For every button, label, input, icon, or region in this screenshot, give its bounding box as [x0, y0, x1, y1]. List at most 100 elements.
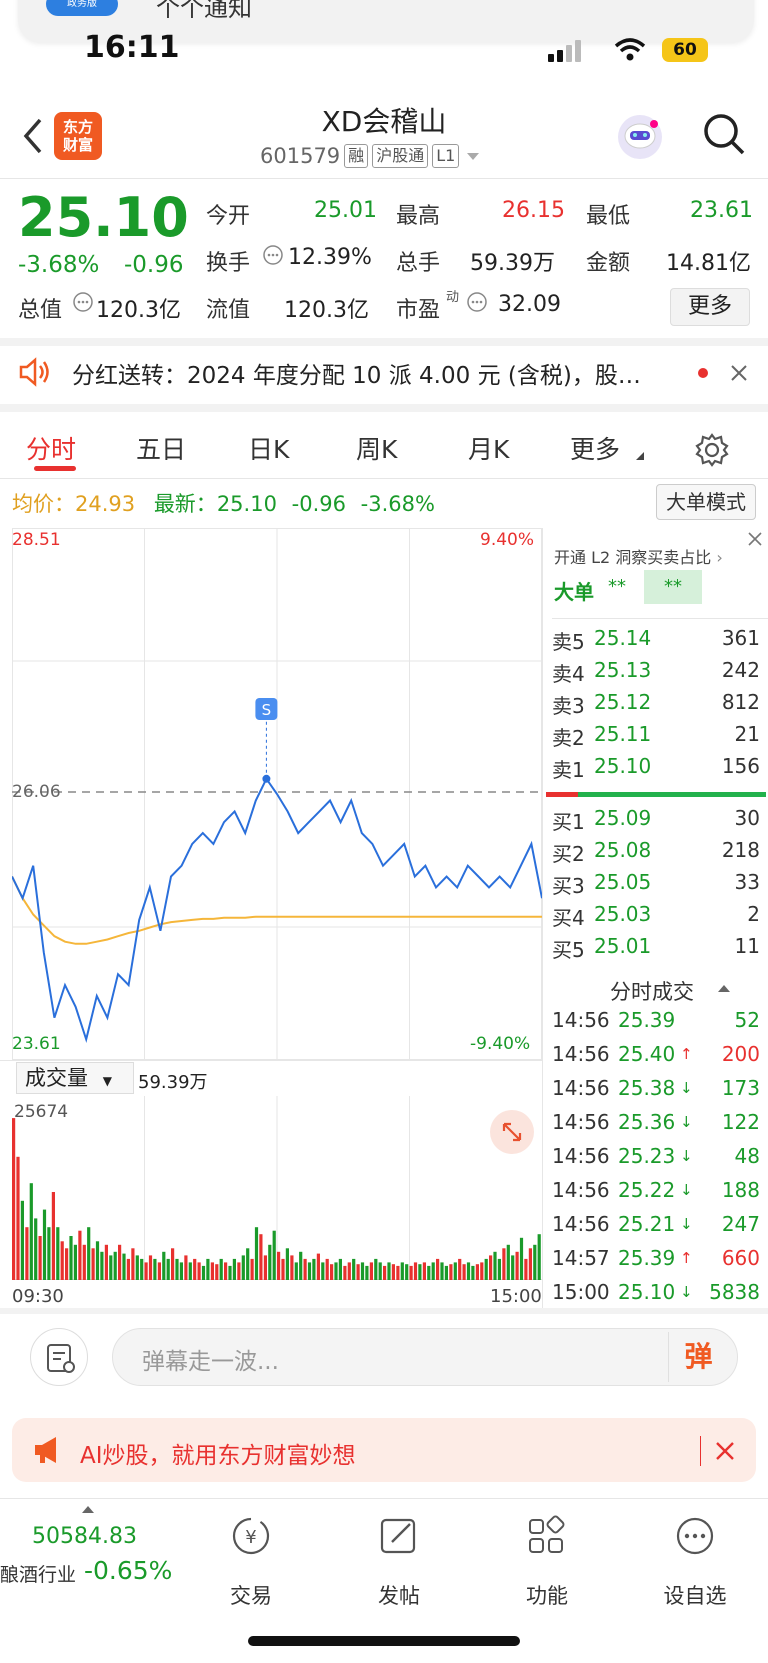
volume-bar	[25, 1227, 29, 1280]
order-price: 25.14	[594, 626, 652, 650]
float-label: 流值	[206, 298, 251, 323]
trade-volume: 122	[721, 1110, 760, 1134]
close-icon[interactable]	[730, 364, 748, 382]
tab-monthly-k[interactable]: 月K	[468, 430, 509, 466]
volume-bar	[140, 1258, 144, 1280]
volume-bar	[232, 1258, 236, 1280]
danmu-button[interactable]: 弹	[668, 1332, 728, 1382]
ask-row-2[interactable]: 卖3 25.12 812	[552, 690, 760, 722]
volume-bar	[303, 1258, 307, 1280]
caret-up-icon[interactable]	[716, 982, 732, 994]
trade-row: 14:56 25.23 ↓ 48	[552, 1144, 760, 1178]
volume-bar	[321, 1262, 325, 1280]
trade-row: 14:56 25.22 ↓ 188	[552, 1178, 760, 1212]
volume-bar	[497, 1258, 501, 1280]
volume-bar	[20, 1200, 24, 1280]
info-icon[interactable]	[262, 244, 284, 266]
robot-avatar-icon[interactable]	[614, 112, 666, 162]
time-start: 09:30	[12, 1286, 64, 1307]
trade-volume: 5838	[709, 1280, 760, 1304]
nav-add-watchlist[interactable]: 设自选	[640, 1580, 750, 1610]
index-value[interactable]: 50584.83	[32, 1524, 137, 1549]
volume-bar	[343, 1265, 347, 1280]
volume-bar	[175, 1258, 179, 1280]
volume-bar	[206, 1258, 210, 1280]
margin-tag: 融	[344, 144, 369, 168]
volume-bar	[449, 1264, 453, 1280]
volume-max-label: 25674	[14, 1102, 69, 1122]
ask-row-0[interactable]: 卖5 25.14 361	[552, 626, 760, 658]
bid-row-1[interactable]: 买2 25.08 218	[552, 838, 760, 870]
volume-bar	[228, 1265, 232, 1280]
bid-row-4[interactable]: 买5 25.01 11	[552, 934, 760, 966]
nav-trade[interactable]: 交易	[196, 1580, 306, 1610]
gear-icon[interactable]	[694, 432, 730, 468]
close-icon[interactable]	[746, 530, 764, 548]
turnover-label: 换手	[206, 251, 251, 276]
volume-chart[interactable]	[12, 1096, 542, 1280]
trades-title: 分时成交	[610, 980, 694, 1004]
trade-row: 14:56 25.39 52	[552, 1008, 760, 1042]
more-quote-button[interactable]: 更多	[670, 288, 750, 326]
nav-post[interactable]: 发帖	[344, 1580, 454, 1610]
volume-bar	[166, 1258, 170, 1280]
search-icon[interactable]	[702, 112, 746, 158]
ask-row-4[interactable]: 卖1 25.10 156	[552, 754, 760, 786]
speaker-icon	[19, 357, 49, 387]
volume-selector[interactable]: 成交量 ▼	[16, 1062, 134, 1094]
tab-intraday[interactable]: 分时	[26, 430, 76, 466]
tab-five-day[interactable]: 五日	[136, 430, 186, 466]
order-volume: 361	[721, 626, 760, 650]
volume-bar	[135, 1255, 139, 1280]
info-icon[interactable]	[466, 291, 488, 313]
bid-row-2[interactable]: 买3 25.05 33	[552, 870, 760, 902]
close-icon[interactable]	[714, 1440, 736, 1462]
post-icon	[380, 1518, 416, 1554]
index-name[interactable]: 酿酒行业	[0, 1560, 76, 1587]
bid-row-0[interactable]: 买1 25.09 30	[552, 806, 760, 838]
volume-bar	[87, 1227, 91, 1280]
volume-bar	[383, 1265, 387, 1280]
order-price: 25.09	[594, 806, 652, 830]
volume-selector-label: 成交量	[25, 1066, 88, 1090]
volume-bar	[356, 1264, 360, 1280]
home-indicator[interactable]	[248, 1636, 520, 1646]
trade-price: 25.23	[618, 1144, 676, 1168]
pct-max-label: 9.40%	[480, 530, 535, 550]
announcement-text[interactable]: 分红送转：2024 年度分配 10 派 4.00 元 (含税)，股…	[72, 356, 641, 390]
big-order-mode-button[interactable]: 大单模式	[656, 484, 756, 520]
function-grid-icon	[529, 1515, 565, 1553]
volume-bar	[462, 1264, 466, 1280]
info-icon[interactable]	[72, 291, 94, 313]
comment-list-button[interactable]	[30, 1328, 88, 1386]
bid-row-3[interactable]: 买4 25.03 2	[552, 902, 760, 934]
order-price: 25.13	[594, 658, 652, 682]
index-change[interactable]: -0.65%	[84, 1556, 172, 1585]
l2-promo[interactable]: 开通 L2 洞察买卖占比 ›	[554, 544, 723, 568]
volume-bar	[365, 1265, 369, 1280]
trade-price: 25.10	[618, 1280, 676, 1304]
expand-up-icon[interactable]	[80, 1504, 96, 1514]
ai-banner-text: AI炒股，就用东方财富妙想	[80, 1443, 356, 1469]
price-chart[interactable]: S	[12, 528, 542, 1060]
trade-volume: 247	[721, 1212, 760, 1236]
order-volume: 218	[721, 838, 760, 862]
tab-daily-k[interactable]: 日K	[248, 430, 289, 466]
latest-change-pct: -3.68%	[360, 492, 435, 516]
unread-dot	[698, 368, 708, 378]
volume-bar	[254, 1227, 259, 1280]
tab-more[interactable]: 更多	[570, 430, 620, 466]
expand-button[interactable]	[490, 1110, 534, 1154]
volume-bar	[162, 1251, 166, 1280]
ask-row-3[interactable]: 卖2 25.11 21	[552, 722, 760, 754]
volume-bar	[418, 1264, 422, 1280]
volume-bar	[219, 1258, 223, 1280]
volume-bar	[131, 1248, 135, 1280]
order-level-label: 买4	[552, 906, 585, 930]
ask-row-1[interactable]: 卖4 25.13 242	[552, 658, 760, 690]
stock-subtitle[interactable]: 601579 融 沪股通 L1	[260, 144, 483, 168]
arrow-down-icon: ↓	[680, 1215, 693, 1233]
volume-bar	[241, 1255, 245, 1280]
nav-function[interactable]: 功能	[492, 1580, 602, 1610]
tab-weekly-k[interactable]: 周K	[356, 430, 397, 466]
